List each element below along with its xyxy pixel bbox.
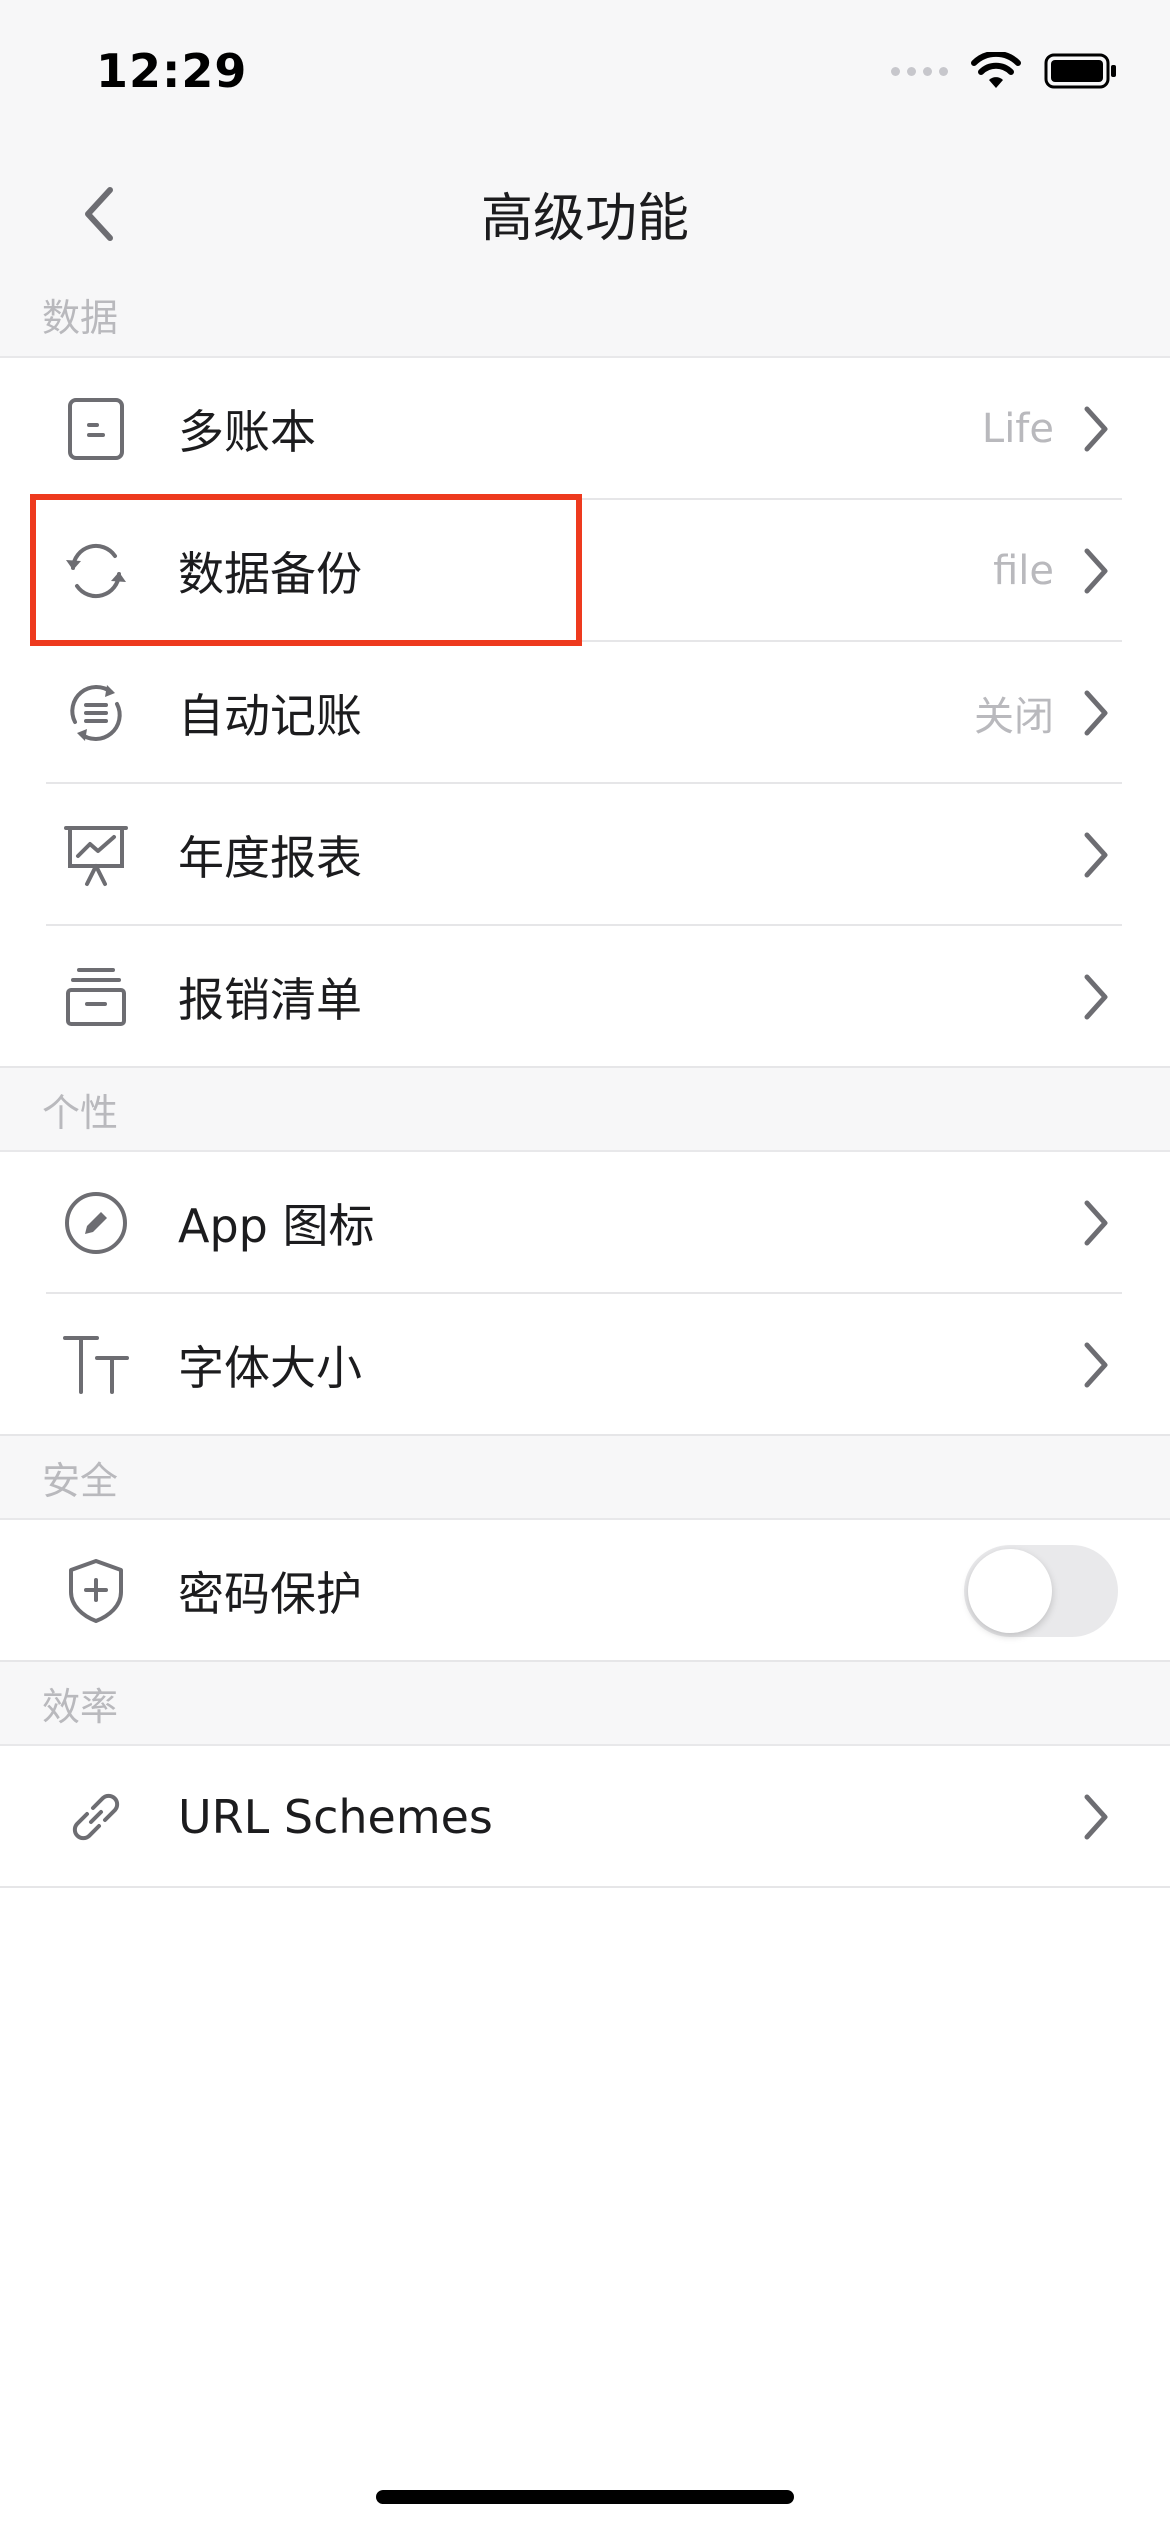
- battery-icon: [1044, 53, 1116, 89]
- row-multi-ledger[interactable]: 多账本 Life: [0, 358, 1170, 500]
- text-size-icon: [63, 1336, 129, 1394]
- row-label: 多账本: [178, 405, 316, 459]
- row-label: 自动记账: [178, 689, 362, 743]
- ledger-icon: [68, 398, 124, 460]
- row-label: App 图标: [178, 1199, 375, 1253]
- status-time: 12:29: [96, 44, 248, 98]
- chevron-right-icon: [1084, 974, 1108, 1020]
- wifi-icon: [971, 52, 1021, 88]
- chevron-right-icon: [1084, 1200, 1108, 1246]
- password-toggle[interactable]: [964, 1545, 1118, 1637]
- chevron-right-icon: [1084, 406, 1108, 452]
- row-value: file: [993, 548, 1054, 594]
- chevron-right-icon: [1084, 690, 1108, 736]
- row-annual-report[interactable]: 年度报表: [0, 784, 1170, 926]
- row-label: 密码保护: [178, 1567, 362, 1621]
- row-label: 报销清单: [178, 973, 362, 1027]
- section-header-personal: 个性: [0, 1068, 1170, 1152]
- presentation-chart-icon: [64, 826, 128, 886]
- chevron-right-icon: [1084, 1342, 1108, 1388]
- row-label: 字体大小: [178, 1341, 362, 1395]
- row-url-schemes[interactable]: URL Schemes: [0, 1746, 1170, 1888]
- row-data-backup[interactable]: 数据备份 file: [0, 500, 1170, 642]
- row-value: 关闭: [974, 694, 1054, 740]
- section-header-security: 安全: [0, 1436, 1170, 1520]
- row-password-protection: 密码保护: [0, 1520, 1170, 1662]
- page-title: 高级功能: [480, 189, 689, 249]
- chevron-right-icon: [1084, 548, 1108, 594]
- section-header-data: 数据: [0, 272, 1170, 358]
- status-bar: 12:29: [0, 0, 1170, 150]
- cellular-signal-icon: [891, 66, 948, 76]
- sync-icon: [66, 543, 126, 599]
- auto-record-icon: [70, 685, 122, 741]
- link-icon: [72, 1793, 120, 1841]
- pencil-circle-icon: [65, 1192, 127, 1254]
- row-font-size[interactable]: 字体大小: [0, 1294, 1170, 1436]
- row-label: URL Schemes: [178, 1790, 493, 1844]
- navigation-bar: 高级功能: [0, 150, 1170, 272]
- chevron-right-icon: [1084, 832, 1108, 878]
- archive-box-icon: [66, 968, 126, 1026]
- home-indicator: [376, 2490, 794, 2504]
- toggle-knob: [968, 1549, 1052, 1633]
- row-app-icon[interactable]: App 图标: [0, 1152, 1170, 1294]
- section-header-efficiency: 效率: [0, 1662, 1170, 1746]
- row-value: Life: [981, 406, 1054, 452]
- row-auto-accounting[interactable]: 自动记账 关闭: [0, 642, 1170, 784]
- row-label: 数据备份: [178, 547, 362, 601]
- chevron-right-icon: [1084, 1794, 1108, 1840]
- row-reimbursement-list[interactable]: 报销清单: [0, 926, 1170, 1068]
- row-label: 年度报表: [178, 831, 362, 885]
- shield-plus-icon: [69, 1559, 123, 1623]
